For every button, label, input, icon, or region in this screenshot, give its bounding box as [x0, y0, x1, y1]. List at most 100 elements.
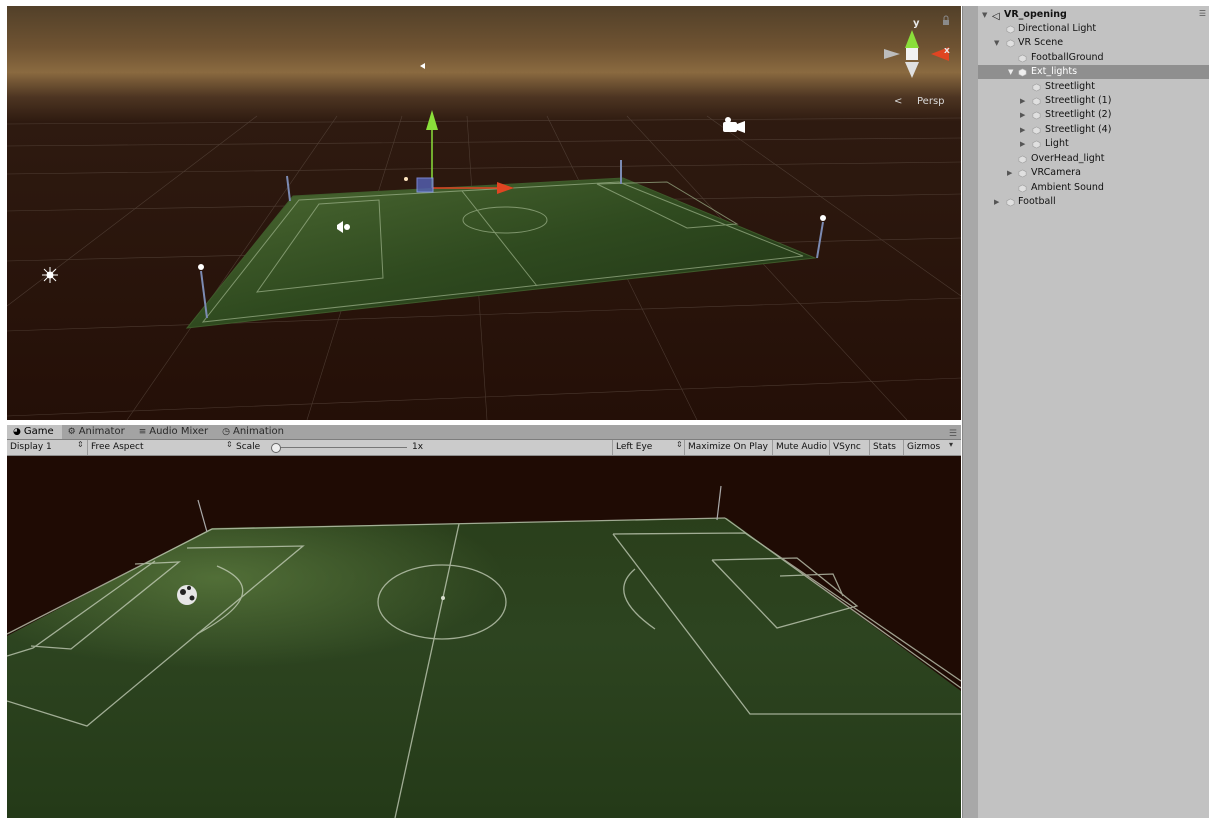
center-spot: [441, 596, 445, 600]
hierarchy-item-label: Ambient Sound: [1031, 182, 1104, 193]
hierarchy-item-label: Directional Light: [1018, 23, 1097, 34]
svg-text:<: <: [894, 96, 902, 107]
vsync-toggle[interactable]: VSync: [829, 440, 861, 455]
gameobject-icon: [1032, 140, 1041, 149]
hierarchy-item-light[interactable]: ▶ Light: [978, 137, 1209, 151]
game-view-tabbar: ◕ Game ⚙ Animator ≡ Audio Mixer ◷ Animat…: [7, 425, 961, 440]
mute-audio-toggle[interactable]: Mute Audio: [772, 440, 827, 455]
chevron-down-icon[interactable]: ▾: [949, 440, 953, 449]
gizmo-y-label: y: [913, 18, 920, 29]
hierarchy-item-label: Football: [1018, 196, 1056, 207]
move-handle-icon[interactable]: [416, 110, 514, 194]
panel-menu-icon[interactable]: ☰: [949, 429, 957, 439]
game-icon: ◕: [13, 427, 21, 437]
animator-icon: ⚙: [67, 427, 76, 437]
lock-icon[interactable]: [943, 15, 949, 25]
tab-animator-label: Animator: [78, 426, 125, 437]
hierarchy-item-streetlight-1[interactable]: ▶ Streetlight (1): [978, 94, 1209, 108]
hierarchy-item-label: OverHead_light: [1031, 153, 1105, 164]
animation-icon: ◷: [222, 427, 230, 437]
chevron-right-icon[interactable]: ▶: [1020, 137, 1025, 151]
chevron-right-icon[interactable]: ▶: [1020, 108, 1025, 122]
hierarchy-item-footballground[interactable]: FootballGround: [978, 51, 1209, 65]
scale-value: 1x: [412, 442, 424, 452]
gameobject-icon: [1032, 111, 1041, 120]
gameobject-icon: [1006, 198, 1015, 207]
hierarchy-item-vr-scene[interactable]: ▼ VR Scene: [978, 36, 1209, 50]
display-dropdown[interactable]: Display 1: [10, 440, 52, 455]
hierarchy-item-label: Ext_lights: [1031, 66, 1078, 77]
chevron-down-icon[interactable]: ▼: [1008, 65, 1013, 79]
hierarchy-item-directional-light[interactable]: Directional Light: [978, 22, 1209, 36]
game-canvas: [7, 485, 961, 818]
chevron-right-icon[interactable]: ▶: [1020, 123, 1025, 137]
stats-toggle[interactable]: Stats: [869, 440, 896, 455]
tab-audio-mixer[interactable]: ≡ Audio Mixer: [133, 425, 216, 439]
hierarchy-item-ext-lights[interactable]: ▼ Ext_lights: [978, 65, 1209, 79]
overhead-light-icon[interactable]: [404, 177, 408, 181]
game-view[interactable]: [7, 456, 961, 818]
hierarchy-item-label: Streetlight (1): [1045, 95, 1112, 106]
chevron-right-icon[interactable]: ▶: [1020, 94, 1025, 108]
hierarchy-item-streetlight-4[interactable]: ▶ Streetlight (4): [978, 123, 1209, 137]
chevron-updown-icon: ⇕: [77, 440, 84, 449]
chevron-updown-icon: ⇕: [226, 440, 233, 449]
sun-icon[interactable]: [42, 267, 58, 283]
tab-animation-label: Animation: [233, 426, 284, 437]
gameobject-icon: [1018, 184, 1027, 193]
scale-slider-thumb[interactable]: [271, 443, 281, 453]
hierarchy-item-streetlight[interactable]: Streetlight: [978, 80, 1209, 94]
tab-game[interactable]: ◕ Game: [7, 425, 62, 439]
gameobject-icon: [1006, 25, 1015, 34]
chevron-right-icon[interactable]: ▶: [994, 195, 999, 209]
eye-dropdown[interactable]: Left Eye: [612, 440, 652, 455]
hierarchy-item-label: Light: [1045, 138, 1069, 149]
gameobject-icon: [1006, 39, 1015, 48]
directional-marker-icon: [420, 63, 425, 69]
scene-view[interactable]: Persp < y x: [7, 6, 961, 420]
hierarchy-panel: ☰ ▼ ◁ VR_opening Directional Light ▼ VR …: [978, 6, 1209, 818]
tab-animation[interactable]: ◷ Animation: [216, 425, 292, 439]
scale-slider-track[interactable]: [279, 447, 407, 448]
hierarchy-item-label: Streetlight: [1045, 81, 1095, 92]
scale-label: Scale: [236, 442, 261, 452]
audio-mixer-icon: ≡: [138, 427, 147, 437]
hierarchy-item-label: VR_opening: [1004, 9, 1067, 20]
aspect-dropdown[interactable]: Free Aspect: [87, 440, 144, 455]
gameobject-icon: [1018, 169, 1027, 178]
orientation-gizmo[interactable]: [884, 30, 949, 78]
game-toolbar: Display 1 ⇕ Free Aspect ⇕ Scale 1x Left …: [7, 440, 961, 456]
hierarchy-item-vr-opening[interactable]: ▼ ◁ VR_opening: [978, 8, 1209, 22]
hierarchy-item-label: VRCamera: [1031, 167, 1081, 178]
chevron-updown-icon: ⇕: [676, 440, 683, 449]
chevron-down-icon[interactable]: ▼: [982, 8, 987, 22]
gameobject-icon: [1032, 97, 1041, 106]
tab-audio-mixer-label: Audio Mixer: [149, 426, 209, 437]
hierarchy-item-football[interactable]: ▶ Football: [978, 195, 1209, 209]
gizmos-dropdown[interactable]: Gizmos: [903, 440, 940, 455]
hierarchy-item-ambient-sound[interactable]: Ambient Sound: [978, 181, 1209, 195]
persp-label[interactable]: Persp: [917, 96, 945, 107]
gameobject-icon: [1032, 83, 1041, 92]
football-icon[interactable]: [177, 585, 197, 605]
panel-divider[interactable]: [962, 6, 979, 818]
tab-game-label: Game: [23, 426, 54, 437]
hierarchy-item-vrcamera[interactable]: ▶ VRCamera: [978, 166, 1209, 180]
chevron-down-icon[interactable]: ▼: [994, 36, 999, 50]
gameobject-icon: [1018, 54, 1027, 63]
gameobject-icon: [1018, 68, 1027, 77]
scene-football-field: [185, 177, 817, 329]
scene-canvas: Persp < y x: [7, 15, 961, 420]
hierarchy-item-overhead-light[interactable]: OverHead_light: [978, 152, 1209, 166]
gizmo-x-label: x: [944, 46, 950, 56]
hierarchy-item-streetlight-2[interactable]: ▶ Streetlight (2): [978, 108, 1209, 122]
gameobject-icon: [1032, 126, 1041, 135]
maximize-on-play-toggle[interactable]: Maximize On Play: [684, 440, 768, 455]
chevron-right-icon[interactable]: ▶: [1007, 166, 1012, 180]
hierarchy-item-label: Streetlight (4): [1045, 124, 1112, 135]
hierarchy-item-label: VR Scene: [1018, 37, 1064, 48]
gameobject-icon: [1018, 155, 1027, 164]
hierarchy-item-label: Streetlight (2): [1045, 109, 1112, 120]
hierarchy-item-label: FootballGround: [1031, 52, 1104, 63]
tab-animator[interactable]: ⚙ Animator: [62, 425, 133, 439]
